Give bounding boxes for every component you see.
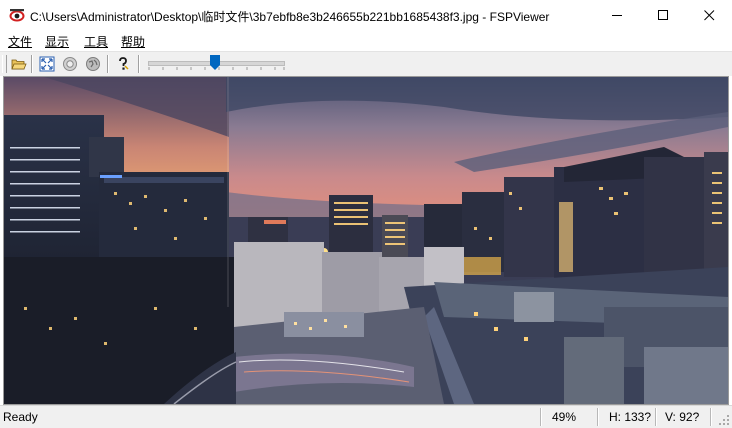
zoom-level: 49% xyxy=(552,410,577,424)
minimize-button[interactable] xyxy=(594,0,640,31)
panorama-image[interactable] xyxy=(3,76,729,405)
menu-help[interactable]: 帮助 xyxy=(121,33,145,50)
globe-button[interactable] xyxy=(84,55,102,73)
menu-file[interactable]: 文件 xyxy=(8,33,32,50)
help-icon xyxy=(119,57,129,70)
title-bar[interactable]: C:\Users\Administrator\Desktop\临时文件\3b7e… xyxy=(0,0,732,31)
toolbar-separator xyxy=(31,55,33,73)
menu-bar: 文件 显示 工具 帮助 xyxy=(0,31,732,51)
app-eye-icon xyxy=(9,9,25,22)
status-bar: Ready 49% H: 133? V: 92? xyxy=(0,405,732,428)
fullscreen-icon xyxy=(39,56,55,72)
resize-grip-icon[interactable] xyxy=(718,414,730,426)
status-text: Ready xyxy=(3,410,38,424)
status-divider xyxy=(540,408,542,426)
toolbar xyxy=(0,51,732,76)
globe-icon xyxy=(86,57,100,71)
sphere-button[interactable] xyxy=(61,55,79,73)
status-divider xyxy=(710,408,712,426)
help-button[interactable] xyxy=(114,55,132,73)
city-night-photo xyxy=(4,77,728,404)
close-icon xyxy=(703,10,714,21)
open-folder-icon xyxy=(11,59,27,70)
open-button[interactable] xyxy=(10,55,28,73)
status-divider xyxy=(655,408,657,426)
minimize-icon xyxy=(611,15,622,16)
maximize-icon xyxy=(657,10,668,20)
menu-tools[interactable]: 工具 xyxy=(84,33,108,50)
toolbar-separator xyxy=(138,55,140,73)
horizontal-angle: H: 133? xyxy=(609,410,652,424)
fullscreen-button[interactable] xyxy=(38,55,56,73)
zoom-slider-thumb[interactable] xyxy=(210,55,220,70)
close-button[interactable] xyxy=(686,0,732,31)
toolbar-separator xyxy=(107,55,109,73)
status-divider xyxy=(597,408,599,426)
sphere-icon xyxy=(63,57,77,71)
menu-view[interactable]: 显示 xyxy=(45,33,69,50)
window-title: C:\Users\Administrator\Desktop\临时文件\3b7e… xyxy=(30,10,550,24)
toolbar-grip[interactable] xyxy=(2,55,7,73)
vertical-angle: V: 92? xyxy=(665,410,700,424)
maximize-button[interactable] xyxy=(640,0,686,31)
